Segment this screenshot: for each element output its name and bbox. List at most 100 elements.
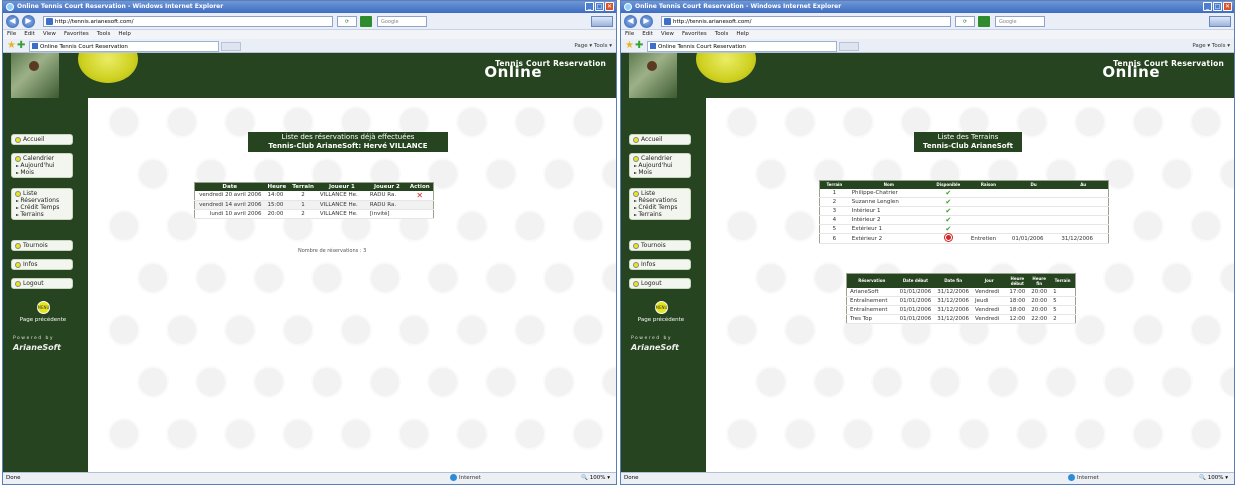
background-ball-pattern — [514, 210, 546, 242]
refresh-icon[interactable]: ⟳ — [337, 16, 357, 27]
go-button[interactable] — [360, 16, 372, 27]
table-row: Entraînement 01/01/2006 31/12/2006 Jeudi 18:… — [846, 296, 1076, 306]
menu-favorites[interactable]: Favorites — [682, 31, 707, 37]
nav-label: Tournois — [641, 242, 666, 249]
nav-sub-mois[interactable]: Mois — [15, 169, 70, 176]
nav-sub-mois[interactable]: Mois — [633, 169, 688, 176]
nav-bullet-icon — [633, 280, 639, 287]
menu-file[interactable]: File — [625, 31, 634, 37]
new-tab-button[interactable] — [839, 42, 859, 51]
nav-calendrier[interactable]: Calendrier Aujourd'hui Mois — [629, 153, 691, 178]
nav-logout[interactable]: Logout — [629, 278, 691, 289]
background-ball-pattern — [1132, 106, 1164, 138]
background-ball-pattern — [369, 366, 401, 398]
forward-arrow-icon[interactable]: ▶ — [22, 15, 35, 28]
menu-view[interactable]: View — [43, 31, 56, 37]
forward-arrow-icon[interactable]: ▶ — [640, 15, 653, 28]
previous-page-link[interactable]: MENU Page précédente — [631, 301, 691, 323]
background-ball-pattern — [601, 262, 616, 294]
command-bar[interactable]: Page ▾ Tools ▾ — [574, 41, 612, 51]
cell-action — [406, 200, 434, 210]
nav-sub-aujourdhui[interactable]: Aujourd'hui — [633, 162, 688, 169]
command-bar[interactable]: Page ▾ Tools ▾ — [1192, 41, 1230, 51]
nav-sub-aujourdhui[interactable]: Aujourd'hui — [15, 162, 70, 169]
search-input[interactable]: Google — [377, 16, 427, 27]
nav-logout[interactable]: Logout — [11, 278, 73, 289]
background-ball-pattern — [108, 418, 140, 450]
background-ball-pattern — [572, 210, 604, 242]
nav-tournois[interactable]: Tournois — [11, 240, 73, 251]
background-ball-pattern — [224, 418, 256, 450]
nav-accueil[interactable]: Accueil — [11, 134, 73, 145]
nav-infos[interactable]: Infos — [11, 259, 73, 270]
background-ball-pattern — [1161, 262, 1193, 294]
background-ball-pattern — [369, 262, 401, 294]
nav-liste[interactable]: Liste Réservations Crédit Temps Terrains — [629, 188, 691, 220]
search-icon[interactable] — [1209, 16, 1231, 27]
site-banner: Tennis Court Reservation Online — [3, 53, 616, 98]
background-ball-pattern — [755, 158, 787, 190]
cell-court: 2 — [289, 190, 317, 201]
close-button[interactable]: ✕ — [605, 2, 614, 11]
nav-infos[interactable]: Infos — [629, 259, 691, 270]
arianesoft-logo: ArianeSoft — [13, 343, 61, 352]
delete-reservation-icon[interactable]: ✕ — [416, 191, 423, 200]
back-arrow-icon[interactable]: ◀ — [624, 15, 637, 28]
table-cell: 31/12/2006 — [934, 287, 972, 297]
nav-liste[interactable]: Liste Réservations Crédit Temps Terrains — [11, 188, 73, 220]
powered-by-text: Powered by — [13, 336, 55, 341]
table-cell: 2 — [1050, 314, 1076, 324]
browser-tab[interactable]: Online Tennis Court Reservation — [29, 41, 219, 52]
favorites-star-icon[interactable]: ★ — [7, 40, 16, 52]
nav-label: Logout — [23, 280, 44, 287]
zoom-level[interactable]: 🔍 100% ▾ — [581, 473, 610, 484]
nav-sub-credit-temps[interactable]: Crédit Temps — [15, 204, 70, 211]
nav-label: Infos — [641, 261, 656, 268]
back-arrow-icon[interactable]: ◀ — [6, 15, 19, 28]
courts-table: Terrain Nom Disponible Raison Du Au 1 Phi… — [819, 180, 1109, 244]
add-favorite-icon[interactable]: ✚ — [17, 40, 25, 52]
minimize-button[interactable]: _ — [1203, 2, 1212, 11]
new-tab-button[interactable] — [221, 42, 241, 51]
table-cell: 4 — [819, 215, 849, 225]
previous-page-link[interactable]: MENU Page précédente — [13, 301, 73, 323]
nav-sub-reservations[interactable]: Réservations — [15, 197, 70, 204]
browser-tab[interactable]: Online Tennis Court Reservation — [647, 41, 837, 52]
search-icon[interactable] — [591, 16, 613, 27]
nav-sub-reservations[interactable]: Réservations — [633, 197, 688, 204]
minimize-button[interactable]: _ — [585, 2, 594, 11]
nav-calendrier[interactable]: Calendrier Aujourd'hui Mois — [11, 153, 73, 178]
maximize-button[interactable]: □ — [1213, 2, 1222, 11]
close-button[interactable]: ✕ — [1223, 2, 1232, 11]
background-ball-pattern — [166, 418, 198, 450]
table-cell: 31/12/2006 — [934, 296, 972, 306]
menu-favorites[interactable]: Favorites — [64, 31, 89, 37]
menu-file[interactable]: File — [7, 31, 16, 37]
security-zone: Internet — [1068, 473, 1099, 484]
maximize-button[interactable]: □ — [595, 2, 604, 11]
menu-tools[interactable]: Tools — [97, 31, 111, 37]
table-header-row: Date Heure Terrain Joueur 1 Joueur 2 Act… — [194, 182, 434, 191]
nav-tournois[interactable]: Tournois — [629, 240, 691, 251]
nav-sub-terrains[interactable]: Terrains — [15, 211, 70, 218]
refresh-icon[interactable]: ⟳ — [955, 16, 975, 27]
zoom-level[interactable]: 🔍 100% ▾ — [1199, 473, 1228, 484]
add-favorite-icon[interactable]: ✚ — [635, 40, 643, 52]
menu-circle-icon: MENU — [36, 301, 50, 314]
favorites-star-icon[interactable]: ★ — [625, 40, 634, 52]
nav-sub-credit-temps[interactable]: Crédit Temps — [633, 204, 688, 211]
nav-sub-terrains[interactable]: Terrains — [633, 211, 688, 218]
menu-edit[interactable]: Edit — [642, 31, 653, 37]
nav-accueil[interactable]: Accueil — [629, 134, 691, 145]
menu-view[interactable]: View — [661, 31, 674, 37]
address-input[interactable]: http://tennis.arianesoft.com/ — [43, 16, 333, 27]
go-button[interactable] — [978, 16, 990, 27]
address-input[interactable]: http://tennis.arianesoft.com/ — [661, 16, 951, 27]
cell-available — [928, 233, 968, 244]
menu-edit[interactable]: Edit — [24, 31, 35, 37]
search-input[interactable]: Google — [995, 16, 1045, 27]
menu-help[interactable]: Help — [118, 31, 131, 37]
menu-tools[interactable]: Tools — [715, 31, 729, 37]
menu-help[interactable]: Help — [736, 31, 749, 37]
table-cell: Tres Top — [846, 314, 897, 324]
